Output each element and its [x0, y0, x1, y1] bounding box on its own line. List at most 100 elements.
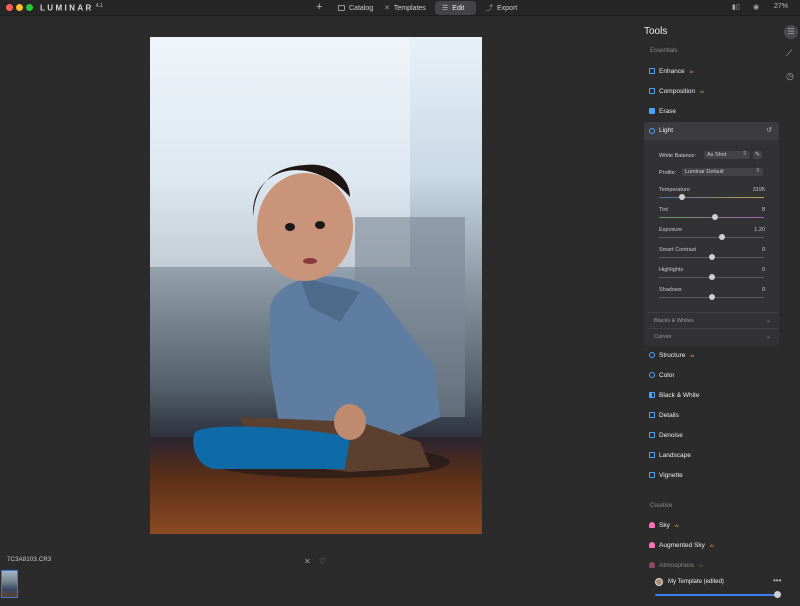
compare-icon[interactable]: ▮▯	[732, 3, 740, 11]
tool-landscape[interactable]: Landscape	[649, 450, 691, 460]
more-options-icon[interactable]: •••	[773, 576, 781, 585]
edit-icon: ☰	[442, 5, 449, 12]
vignette-icon	[649, 472, 655, 478]
tool-details[interactable]: Details	[649, 410, 679, 420]
eye-icon[interactable]: ◉	[753, 3, 759, 11]
sky-cloud-icon	[649, 522, 655, 528]
details-icon	[649, 412, 655, 418]
templates-tab[interactable]: ✕ Templates	[377, 1, 433, 15]
filmstrip-thumbnail[interactable]	[1, 570, 18, 598]
title-bar: LUMINAR 4.1 + Catalog ✕ Templates ☰ Edit …	[0, 0, 800, 16]
light-icon	[649, 128, 655, 134]
tool-structure[interactable]: Structure AI	[649, 350, 694, 360]
chevron-updown-icon: ⇕	[754, 168, 760, 174]
tool-black-white[interactable]: Black & White	[649, 390, 699, 400]
brush-icon[interactable]: ⟋	[786, 48, 792, 59]
shadows-label: Shadows	[659, 287, 682, 293]
template-amount-slider[interactable]	[655, 594, 777, 596]
profile-select[interactable]: Luminar Default ⇕	[682, 168, 763, 176]
tools-sliders-icon[interactable]: ☰	[784, 25, 798, 39]
blacks-whites-section[interactable]: Blacks & Whites ⌄	[648, 312, 779, 327]
tool-sky[interactable]: Sky AI	[649, 520, 679, 530]
reset-icon[interactable]: ↺	[766, 126, 772, 134]
profile-label: Profile:	[659, 170, 677, 176]
photo-canvas[interactable]	[150, 37, 482, 534]
light-tool-panel: Light ↺ White Balance: As Shot ⇕ ✎ Profil…	[644, 122, 779, 346]
tool-vignette[interactable]: Vignette	[649, 470, 683, 480]
chevron-updown-icon: ⇕	[741, 151, 747, 157]
enhance-icon	[649, 68, 655, 74]
tool-composition[interactable]: Composition AI	[649, 86, 704, 96]
eyedropper-icon[interactable]: ✎	[753, 151, 762, 159]
black-white-icon	[649, 392, 655, 398]
reject-icon[interactable]: ✕	[304, 557, 311, 566]
exposure-label: Exposure	[659, 227, 683, 233]
temperature-label: Temperature	[659, 187, 690, 193]
zoom-level[interactable]: 27%	[774, 3, 788, 10]
denoise-icon	[649, 432, 655, 438]
close-window-button[interactable]	[6, 4, 13, 11]
temperature-slider[interactable]	[659, 194, 764, 200]
tool-atmosphere[interactable]: Atmosphere AI	[649, 560, 703, 570]
chevron-down-icon: ⌄	[765, 334, 771, 340]
shadows-value[interactable]: 0	[762, 287, 765, 293]
curves-section[interactable]: Curves ⌄	[648, 328, 779, 343]
exposure-knob[interactable]	[719, 234, 725, 240]
maximize-window-button[interactable]	[26, 4, 33, 11]
augmented-sky-icon	[649, 542, 655, 548]
tool-erase[interactable]: Erase	[649, 106, 676, 116]
erase-icon	[649, 108, 655, 114]
tint-slider[interactable]	[659, 214, 764, 220]
white-balance-label: White Balance:	[659, 153, 696, 159]
filename-label: 7C3A8103.CR3	[7, 557, 52, 563]
highlights-knob[interactable]	[708, 274, 715, 280]
template-bar: My Template (edited) •••	[645, 572, 785, 602]
add-photos-button[interactable]: +	[316, 1, 322, 13]
export-tab[interactable]: ⤴ Export	[479, 1, 524, 15]
smart-contrast-label: Smart Contrast	[659, 247, 696, 253]
edit-tab[interactable]: ☰ Edit	[435, 1, 476, 15]
favorite-heart-icon[interactable]: ♡	[319, 557, 326, 566]
tool-color[interactable]: Color	[649, 370, 675, 380]
composition-icon	[649, 88, 655, 94]
tools-panel: Tools Essentials Enhance AI Composition AI…	[640, 16, 784, 606]
template-name[interactable]: My Template (edited)	[668, 579, 724, 585]
smart-contrast-slider[interactable]	[659, 254, 764, 260]
catalog-icon	[338, 5, 345, 11]
temperature-value[interactable]: 3195	[753, 187, 765, 193]
landscape-icon	[649, 452, 655, 458]
essentials-section-label: Essentials	[650, 48, 678, 54]
app-logo: LUMINAR 4.1	[40, 3, 103, 13]
tint-knob[interactable]	[711, 214, 718, 220]
child-photo	[150, 37, 482, 534]
atmosphere-icon	[649, 562, 655, 568]
catalog-tab[interactable]: Catalog	[331, 1, 380, 15]
smart-contrast-value[interactable]: 0	[762, 247, 765, 253]
exposure-value[interactable]: 1.20	[754, 227, 765, 233]
highlights-label: Highlights	[659, 267, 684, 273]
highlights-slider[interactable]	[659, 274, 764, 280]
highlights-value[interactable]: 0	[762, 267, 765, 273]
light-header[interactable]: Light ↺	[644, 122, 779, 140]
color-icon	[649, 372, 655, 378]
history-clock-icon[interactable]: ◷	[786, 71, 794, 82]
tools-title: Tools	[644, 26, 668, 37]
template-amount-knob[interactable]	[774, 591, 781, 598]
smart-contrast-knob[interactable]	[708, 254, 715, 260]
exposure-slider[interactable]	[659, 234, 764, 240]
tool-denoise[interactable]: Denoise	[649, 430, 683, 440]
template-avatar	[655, 578, 663, 586]
tool-augmented-sky[interactable]: Augmented Sky AI	[649, 540, 714, 550]
templates-icon: ✕	[384, 5, 390, 12]
tint-label: Tint	[659, 207, 668, 213]
white-balance-select[interactable]: As Shot ⇕	[704, 151, 750, 159]
shadows-slider[interactable]	[659, 294, 764, 300]
chevron-down-icon: ⌄	[765, 318, 771, 324]
temperature-knob[interactable]	[679, 194, 686, 200]
export-icon: ⤴	[486, 5, 493, 12]
minimize-window-button[interactable]	[16, 4, 23, 11]
structure-icon	[649, 352, 655, 358]
tool-enhance[interactable]: Enhance AI	[649, 66, 693, 76]
shadows-knob[interactable]	[708, 294, 715, 300]
tint-value[interactable]: 8	[762, 207, 765, 213]
